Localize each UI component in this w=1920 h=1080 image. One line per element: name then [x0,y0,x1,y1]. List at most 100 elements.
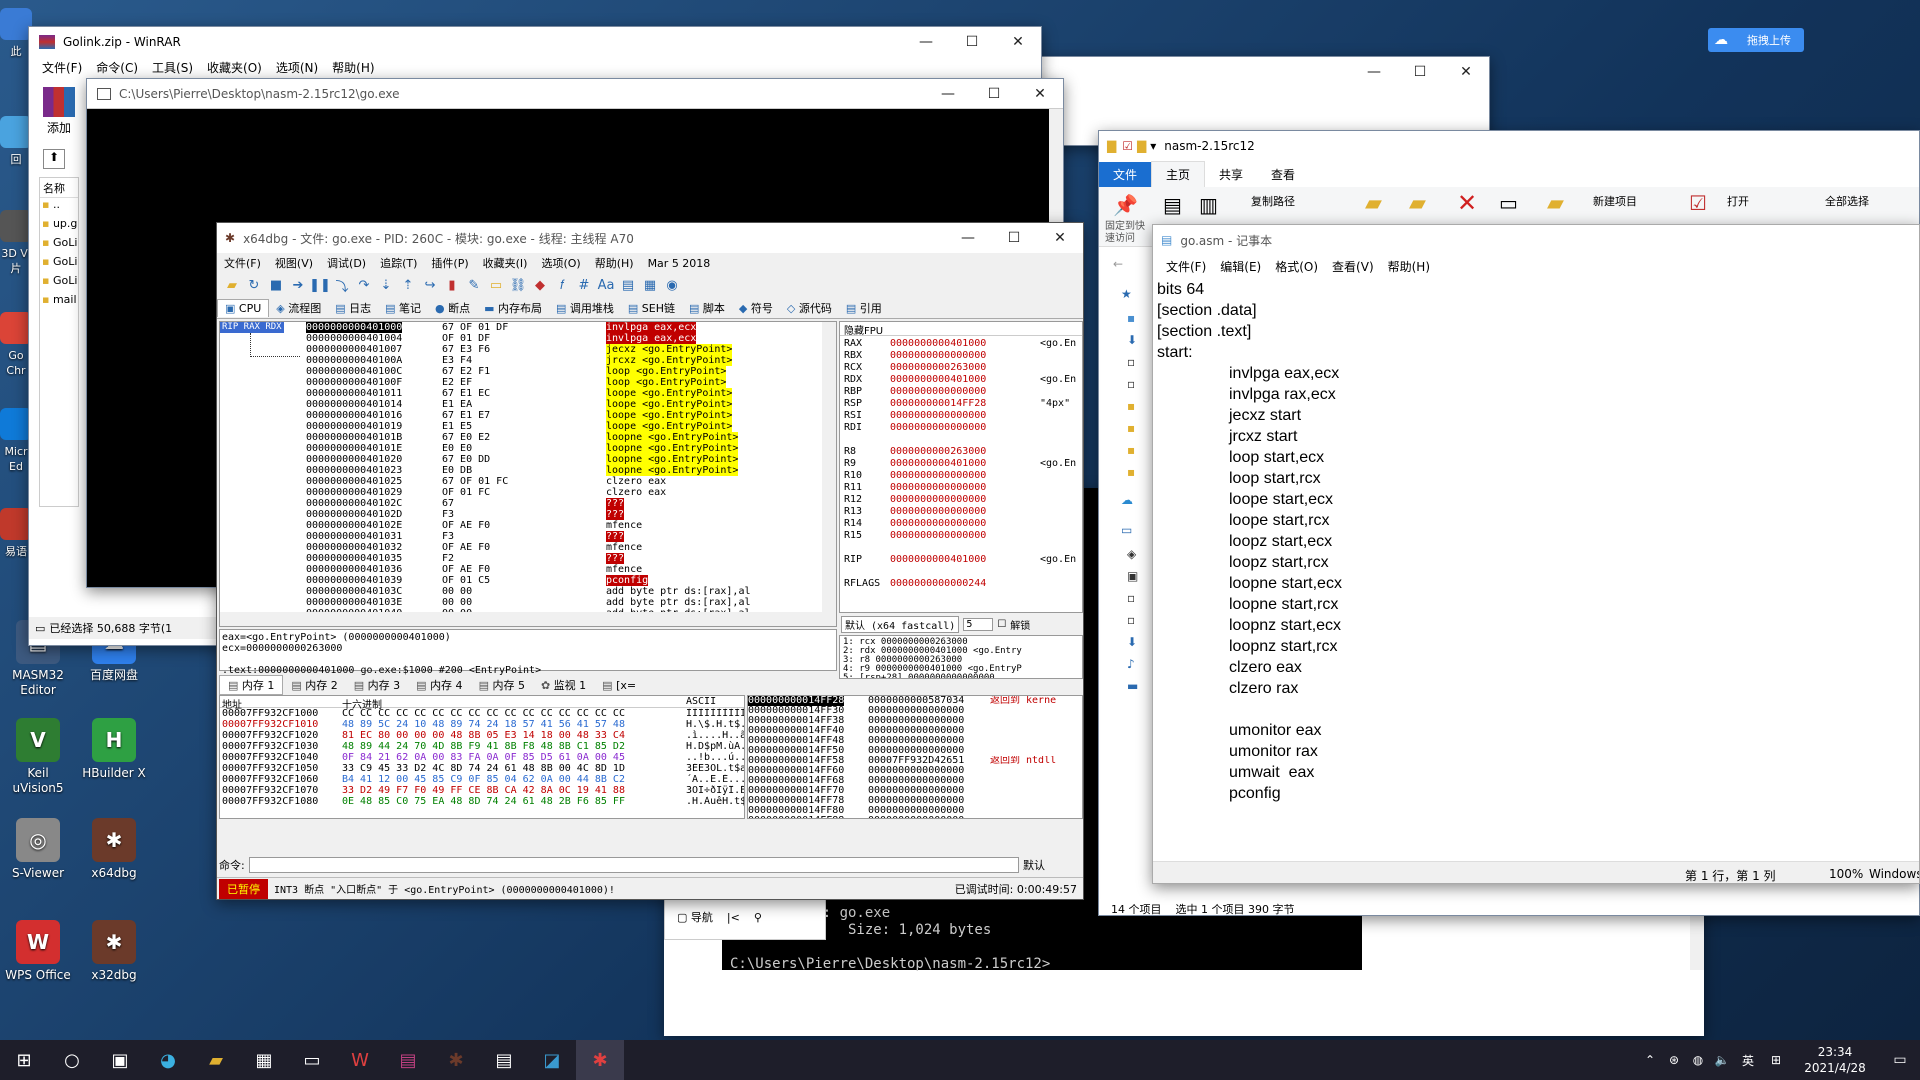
disasm-row[interactable]: 0000000000401025 67 OF 01 FC clzero eax [306,476,820,487]
maximize-icon[interactable]: ☐ [1397,57,1443,87]
file-row[interactable]: ▪ GoLi [40,274,78,293]
debugger-tab[interactable]: ▤ 脚本 [682,298,732,318]
task-view-icon[interactable]: ▣ [96,1040,144,1080]
copy-path-button[interactable]: 复制路径 [1251,193,1295,209]
debugger-tab[interactable]: ▣ CPU [217,298,270,317]
register-row[interactable]: R13 0000000000000000 [844,506,1078,518]
menu-item[interactable]: 帮助(H) [1381,258,1437,275]
baidu-upload-widget[interactable]: ☁ 拖拽上传 [1708,28,1804,52]
properties-icon[interactable]: ☑ [1689,191,1707,215]
register-row[interactable]: RSI 0000000000000000 [844,410,1078,422]
menu-item[interactable]: 视图(V) [268,255,320,271]
disasm-scrollbar[interactable] [822,322,836,614]
pin-icon[interactable]: 📌 [1113,193,1138,217]
document-icon[interactable]: ▫ [1099,609,1159,631]
menu-item[interactable]: 追踪(T) [373,255,424,271]
file-explorer-icon[interactable]: ▰ [192,1040,240,1080]
tray-app-icon[interactable]: ⊛ [1662,1040,1686,1080]
nav-toggle[interactable]: ▢ 导航 [677,909,713,925]
ime-indicator[interactable]: 英 [1734,1040,1762,1080]
search-icon[interactable]: ○ [48,1040,96,1080]
register-row[interactable]: RDX 0000000000401000 <go.En [844,374,1078,386]
command-input[interactable] [248,857,1019,873]
memory-tab[interactable]: ▤ 内存 3 [346,676,408,694]
keyboard-icon[interactable]: ⊞ [1762,1040,1790,1080]
debugger-tab[interactable]: ▬ 内存布局 [477,298,549,318]
copy-icon[interactable]: ▤ [1163,193,1182,217]
link-icon[interactable]: ⛓ [508,275,528,295]
disasm-row[interactable]: 0000000000401000 67 OF 01 DF invlpga eax,e… [306,322,820,333]
menu-item[interactable]: Mar 5 2018 [641,257,718,270]
notepad-task-icon[interactable]: ▤ [480,1040,528,1080]
hide-fpu-button[interactable]: 隐藏FPU [840,322,1082,337]
register-row[interactable]: R14 0000000000000000 [844,518,1078,530]
menu-item[interactable]: 查看(V) [1325,258,1381,275]
folder-icon[interactable]: ▪ [1099,439,1159,461]
register-row[interactable] [844,434,1078,446]
menu-item[interactable]: 收藏夹(I) [476,255,535,271]
ribbon-tab[interactable]: 共享 [1205,162,1257,187]
desktop-icon[interactable]: V Keil uVision5 [0,718,76,796]
register-row[interactable]: R12 0000000000000000 [844,494,1078,506]
folder-icon[interactable]: ▪ [1099,395,1159,417]
notepad-app-icon[interactable]: ◪ [528,1040,576,1080]
close-icon[interactable]: ✕ [1017,79,1063,109]
register-row[interactable] [844,542,1078,554]
search-icon[interactable]: ⚲ [754,911,762,924]
wps-icon[interactable]: W [336,1040,384,1080]
minimize-icon[interactable]: — [945,223,991,253]
disasm-row[interactable]: 0000000000401039 OF 01 C5 pconfig [306,575,820,586]
font-icon[interactable]: Aa [596,275,616,295]
menu-item[interactable]: 格式(O) [1268,258,1325,275]
debugger-tab[interactable]: ▤ 调用堆栈 [549,298,621,318]
debugger-tab[interactable]: ● 断点 [428,298,477,318]
register-row[interactable]: RBX 0000000000000000 [844,350,1078,362]
register-row[interactable]: R11 0000000000000000 [844,482,1078,494]
disasm-row[interactable]: 000000000040102D F3??? [306,509,820,520]
disasm-row[interactable]: 0000000000401032 OF AE F0 mfence [306,542,820,553]
disasm-row[interactable]: 000000000040102E OF AE F0 mfence [306,520,820,531]
select-all-button[interactable]: 全部选择 [1825,193,1869,209]
disasm-row[interactable]: 0000000000401023 E0 DB loopne <go.EntryPoi… [306,465,820,476]
folder-icon[interactable]: ▪ [1099,461,1159,483]
stack-row[interactable]: 000000000014FF78 0000000000000000 [748,796,1082,806]
edge-icon[interactable]: ◕ [144,1040,192,1080]
step-over-icon[interactable]: ↷ [354,275,374,295]
close-icon[interactable]: ✕ [995,27,1041,57]
video-icon[interactable]: ▣ [1099,565,1159,587]
open-button[interactable]: 打开 [1727,193,1749,209]
document-icon[interactable]: ▫ [1099,351,1159,373]
script-icon[interactable]: ▤ [618,275,638,295]
dump-row[interactable]: 00007FF932CF1030 48 89 44 24 70 4D 8B F9 … [220,741,744,752]
memory-tab[interactable]: ▤ 内存 4 [408,676,470,694]
file-row[interactable]: ▪ mail [40,293,78,312]
menu-item[interactable]: 帮助(H) [325,59,381,76]
memory-tab[interactable]: ✿ 监视 1 [533,676,594,694]
disasm-row[interactable]: 0000000000401011 67 E1 EC loope <go.EntryP… [306,388,820,399]
register-row[interactable] [844,566,1078,578]
disasm-row[interactable]: 0000000000401035 F2??? [306,553,820,564]
3d-objects-icon[interactable]: ◈ [1099,543,1159,565]
disasm-row[interactable]: 000000000040101E E0 E0 loopne <go.EntryPoi… [306,443,820,454]
checkbox-icon[interactable]: ☑ [1122,139,1133,153]
register-row[interactable]: RSP 000000000014FF28 "4px" [844,398,1078,410]
winrar-file-list[interactable]: 名称 ▪ .. ▪ up.g ▪ GoLi ▪ GoLi ▪ GoLi ▪ mail [39,177,79,507]
file-row[interactable]: ▪ GoLi [40,255,78,274]
restart-icon[interactable]: ↻ [244,275,264,295]
register-row[interactable]: RIP 0000000000401000 <go.En [844,554,1078,566]
stack-row[interactable]: 000000000014FF50 0000000000000000 [748,746,1082,756]
dump-row[interactable]: 00007FF932CF1010 48 89 5C 24 10 48 89 74 … [220,719,744,730]
dump-row[interactable]: 00007FF932CF1050 33 C9 45 33 D2 4C 8D 74 … [220,763,744,774]
disasm-row[interactable]: 0000000000401029 OF 01 FC clzero eax [306,487,820,498]
callconv-select[interactable]: 默认 (x64 fastcall) [841,615,960,633]
maximize-icon[interactable]: ☐ [971,79,1017,109]
minimize-icon[interactable]: — [903,27,949,57]
stack-row[interactable]: 000000000014FF60 0000000000000000 [748,766,1082,776]
menu-item[interactable]: 命令(C) [89,59,145,76]
maximize-icon[interactable]: ☐ [949,27,995,57]
back-arrow-icon[interactable]: ← [1099,247,1159,281]
menu-item[interactable]: 选项(N) [269,59,325,76]
register-row[interactable]: R8 0000000000263000 [844,446,1078,458]
memory-tab[interactable]: ▤ 内存 5 [471,676,533,694]
menu-item[interactable]: 编辑(E) [1213,258,1268,275]
